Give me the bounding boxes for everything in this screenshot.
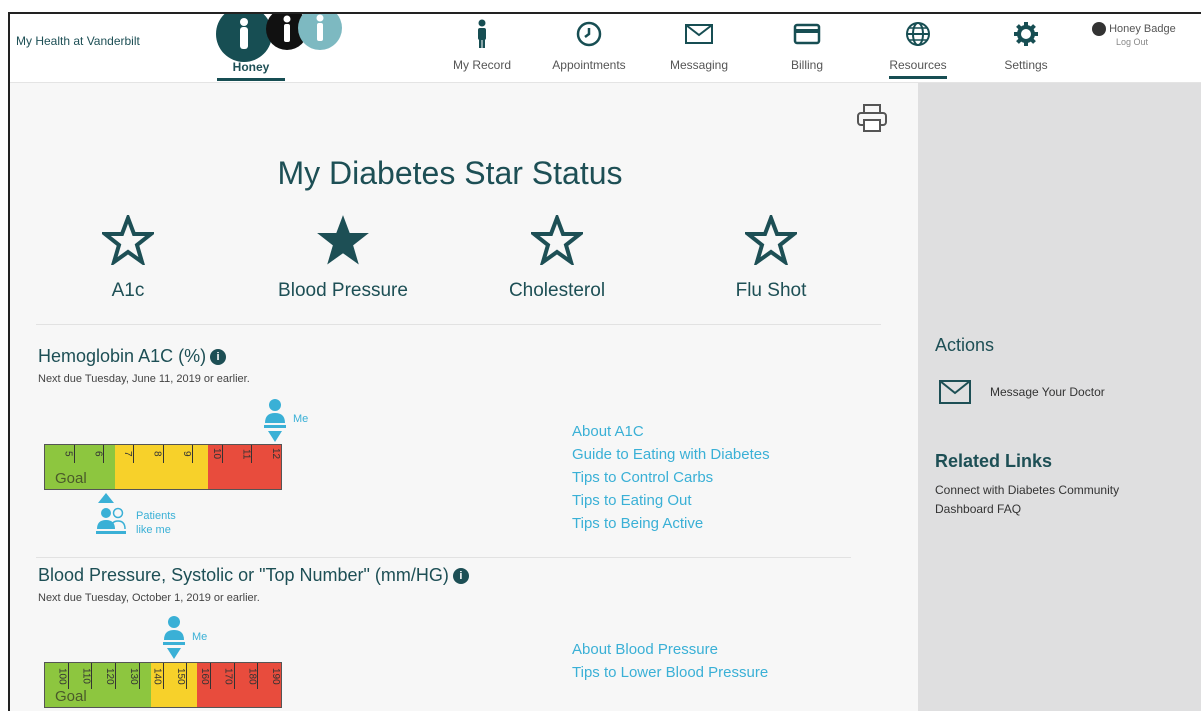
- goal-label: Goal: [55, 470, 87, 487]
- brand-name[interactable]: My Health at Vanderbilt: [16, 34, 140, 48]
- related-links-heading: Related Links: [935, 451, 1053, 471]
- print-button[interactable]: [856, 103, 888, 138]
- envelope-icon: [939, 380, 971, 404]
- nav-resources[interactable]: Resources: [882, 14, 954, 80]
- tick-label: 100: [45, 663, 69, 689]
- me-label: Me: [293, 413, 309, 425]
- nav-my-record[interactable]: My Record: [447, 14, 517, 80]
- person-icon: [283, 15, 291, 42]
- tick-label: 10: [193, 445, 223, 463]
- nav-appointments[interactable]: Appointments: [541, 14, 637, 80]
- gear-icon: [1014, 22, 1038, 46]
- star-filled-icon: [317, 215, 369, 265]
- me-marker-bp: [161, 616, 187, 665]
- a1c-resource-links: About A1C Guide to Eating with Diabetes …: [572, 420, 770, 535]
- actions-heading: Actions: [935, 335, 995, 355]
- star-outline-icon: [742, 212, 800, 267]
- a1c-title: Hemoglobin A1C (%) i: [38, 346, 227, 367]
- scale-ticks: 5 6 7 8 9 10 11 12: [45, 445, 281, 463]
- divider: [36, 324, 881, 325]
- person-avatar-3[interactable]: [298, 14, 342, 50]
- tick-label: 180: [235, 663, 259, 689]
- star-outline-icon: [528, 212, 586, 267]
- tick-label: 9: [164, 445, 194, 463]
- top-navigation-bar: My Health at Vanderbilt Honey My Record …: [10, 14, 1201, 83]
- link-control-carbs[interactable]: Tips to Control Carbs: [572, 466, 770, 489]
- link-about-bp[interactable]: About Blood Pressure: [572, 638, 768, 661]
- person-icon: [478, 19, 486, 48]
- main-content: My Diabetes Star Status A1c Blood Pressu…: [10, 83, 918, 711]
- bp-scale-bar: 100 110 120 130 140 150 160 170 180 190 …: [44, 662, 282, 708]
- message-doctor-action[interactable]: Message Your Doctor: [938, 379, 1105, 405]
- star-cholesterol: Cholesterol: [477, 212, 637, 302]
- nav-messaging[interactable]: Messaging: [662, 14, 736, 80]
- divider: [36, 557, 851, 558]
- a1c-due-date: Next due Tuesday, June 11, 2019 or earli…: [38, 373, 250, 385]
- scale-ticks: 100 110 120 130 140 150 160 170 180 190: [45, 663, 281, 689]
- tick-label: 110: [69, 663, 93, 689]
- user-name: Honey Badge: [1109, 22, 1176, 35]
- tick-label: 5: [45, 445, 75, 463]
- star-flu-shot: Flu Shot: [691, 212, 851, 302]
- person-icon: [316, 14, 324, 41]
- info-icon[interactable]: i: [452, 568, 469, 585]
- me-label: Me: [192, 631, 208, 643]
- tick-label: 140: [140, 663, 164, 689]
- patients-marker: [94, 493, 134, 544]
- person-avatar-honey[interactable]: [216, 14, 272, 62]
- logout-link[interactable]: Log Out: [1116, 37, 1148, 47]
- nav-billing[interactable]: Billing: [782, 14, 832, 80]
- family-switcher[interactable]: [216, 14, 346, 66]
- envelope-icon: [685, 24, 713, 44]
- tick-label: 6: [75, 445, 105, 463]
- tick-label: 160: [187, 663, 211, 689]
- tick-label: 12: [270, 448, 281, 460]
- bp-resource-links: About Blood Pressure Tips to Lower Blood…: [572, 638, 768, 684]
- me-marker-a1c: [262, 399, 288, 448]
- patients-group-icon: [96, 493, 126, 534]
- printer-icon: [857, 104, 887, 132]
- link-about-a1c[interactable]: About A1C: [572, 420, 770, 443]
- clock-icon: [576, 21, 602, 47]
- star-blood-pressure: Blood Pressure: [263, 215, 423, 302]
- card-icon: [793, 23, 821, 45]
- link-being-active[interactable]: Tips to Being Active: [572, 512, 770, 535]
- a1c-scale-bar: 5 6 7 8 9 10 11 12 Goal: [44, 444, 282, 490]
- right-sidebar: Actions Message Your Doctor Related Link…: [918, 83, 1201, 711]
- link-dashboard-faq[interactable]: Dashboard FAQ: [935, 502, 1021, 516]
- active-person-tab[interactable]: Honey: [217, 60, 285, 81]
- user-circle-icon: [1092, 22, 1106, 36]
- message-doctor-label: Message Your Doctor: [990, 385, 1105, 399]
- star-outline-icon: [99, 212, 157, 267]
- link-lower-bp[interactable]: Tips to Lower Blood Pressure: [572, 661, 768, 684]
- link-eating-out[interactable]: Tips to Eating Out: [572, 489, 770, 512]
- tick-label: 130: [116, 663, 140, 689]
- goal-label: Goal: [55, 688, 87, 705]
- star-a1c: A1c: [48, 212, 208, 302]
- person-icon: [240, 18, 248, 49]
- link-guide-eating[interactable]: Guide to Eating with Diabetes: [572, 443, 770, 466]
- person-marker-icon: [163, 616, 185, 659]
- tick-label: 8: [134, 445, 164, 463]
- globe-icon: [906, 22, 930, 46]
- tick-label: 11: [223, 445, 253, 463]
- link-diabetes-community[interactable]: Connect with Diabetes Community: [935, 483, 1119, 497]
- tick-label: 7: [104, 445, 134, 463]
- info-icon[interactable]: i: [210, 349, 227, 366]
- patients-like-me-label: Patients like me: [136, 510, 176, 536]
- bp-due-date: Next due Tuesday, October 1, 2019 or ear…: [38, 592, 260, 604]
- tick-label: 150: [164, 663, 188, 689]
- person-marker-icon: [264, 399, 286, 442]
- page-title: My Diabetes Star Status: [277, 155, 623, 191]
- app-window: My Health at Vanderbilt Honey My Record …: [8, 12, 1201, 711]
- tick-label: 120: [92, 663, 117, 689]
- tick-label: 170: [211, 663, 235, 689]
- bp-title: Blood Pressure, Systolic or "Top Number"…: [38, 565, 469, 586]
- nav-settings[interactable]: Settings: [996, 14, 1056, 80]
- tick-label: 190: [270, 667, 282, 685]
- user-menu[interactable]: Honey Badge Log Out: [1092, 22, 1176, 48]
